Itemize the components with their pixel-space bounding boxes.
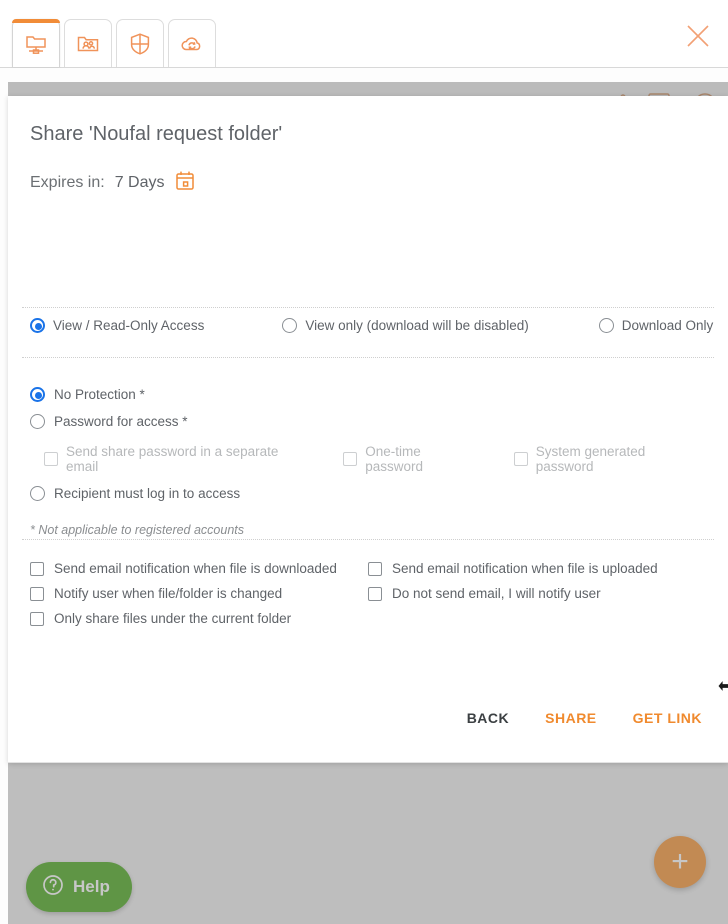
access-option-view-only[interactable]: View only (download will be disabled): [282, 318, 529, 333]
protection-option-label: No Protection *: [54, 387, 145, 402]
back-button[interactable]: BACK: [467, 710, 509, 726]
help-label: Help: [73, 877, 110, 896]
expires-row: Expires in: 7 Days: [30, 170, 195, 196]
checkbox-file-uploaded[interactable]: [368, 561, 382, 576]
radio-view-readonly[interactable]: [30, 318, 45, 333]
notification-options: Send email notification when file is dow…: [30, 556, 706, 631]
get-link-button[interactable]: GET LINK: [633, 710, 702, 726]
checkbox-only-current-folder[interactable]: [30, 611, 44, 626]
protection-option-recipient-login[interactable]: Recipient must log in to access: [30, 480, 706, 507]
protection-option-label: Password for access *: [54, 414, 188, 429]
suboption-system-generated-password: System generated password: [513, 444, 706, 474]
access-option-view-readonly[interactable]: View / Read-Only Access: [30, 318, 204, 333]
expires-label: Expires in:: [30, 174, 105, 191]
access-option-label: View / Read-Only Access: [53, 318, 205, 333]
notification-column-right: Send email notification when file is upl…: [368, 556, 706, 631]
tab-shared-folder[interactable]: [64, 19, 112, 67]
notify-label: Notify user when file/folder is changed: [54, 586, 283, 601]
protection-options: No Protection * Password for access * Se…: [30, 381, 706, 537]
checkbox-file-changed[interactable]: [30, 586, 44, 601]
checkbox-file-downloaded[interactable]: [30, 561, 44, 576]
share-dialog: Share 'Noufal request folder' Expires in…: [8, 96, 728, 763]
checkbox-do-not-send-email[interactable]: [368, 586, 382, 601]
suboption-label: One-time password: [365, 444, 424, 474]
protection-option-password[interactable]: Password for access *: [30, 408, 706, 435]
access-option-label: Download Only: [621, 318, 714, 333]
protection-footnote: * Not applicable to registered accounts: [30, 523, 245, 537]
add-new-button[interactable]: +: [654, 836, 706, 888]
notify-file-changed[interactable]: Notify user when file/folder is changed: [30, 581, 368, 606]
protection-option-no-protection[interactable]: No Protection *: [30, 381, 706, 408]
notify-file-downloaded[interactable]: Send email notification when file is dow…: [30, 556, 368, 581]
plus-icon: +: [671, 845, 689, 878]
radio-view-only[interactable]: [282, 318, 298, 333]
dialog-title: Share 'Noufal request folder': [30, 123, 283, 145]
suboption-one-time-password: One-time password: [343, 444, 481, 474]
close-icon: [684, 22, 712, 55]
expires-value[interactable]: 7 Days: [115, 174, 165, 192]
access-level-options: View / Read-Only Access View only (downl…: [8, 318, 728, 333]
tab-network-folder[interactable]: [12, 19, 60, 67]
notify-label: Send email notification when file is upl…: [392, 561, 658, 576]
divider-access-protection: [22, 357, 714, 358]
notify-label: Do not send email, I will notify user: [392, 586, 601, 601]
notify-only-current-folder[interactable]: Only share files under the current folde…: [30, 606, 368, 631]
access-option-download-only[interactable]: Download Only: [598, 318, 714, 333]
notify-label: Only share files under the current folde…: [54, 611, 292, 626]
divider-top: [22, 307, 714, 308]
notification-column-left: Send email notification when file is dow…: [30, 556, 368, 631]
share-button[interactable]: SHARE: [545, 710, 597, 726]
notify-file-uploaded[interactable]: Send email notification when file is upl…: [368, 556, 706, 581]
protection-option-label: Recipient must log in to access: [54, 486, 241, 501]
checkbox-one-time-password: [343, 452, 358, 466]
window-close-button[interactable]: [678, 18, 718, 58]
dialog-actions: BACK SHARE GET LINK: [467, 710, 702, 726]
checkbox-system-generated-password: [513, 452, 528, 466]
shared-users-folder-icon: [75, 31, 101, 57]
notify-label: Send email notification when file is dow…: [54, 561, 337, 576]
radio-password-for-access[interactable]: [30, 414, 45, 429]
radio-recipient-must-login[interactable]: [30, 486, 45, 501]
question-mark-icon: [42, 874, 64, 901]
tab-list: [12, 19, 216, 67]
calendar-icon[interactable]: [175, 170, 195, 196]
radio-no-protection[interactable]: [30, 387, 45, 402]
password-suboptions: Send share password in a separate email …: [44, 444, 706, 474]
access-option-label: View only (download will be disabled): [305, 318, 529, 333]
tab-cloud-sync[interactable]: [168, 19, 216, 67]
mouse-cursor: [716, 678, 728, 698]
tab-security[interactable]: [116, 19, 164, 67]
shield-icon: [127, 31, 153, 57]
suboption-label: System generated password: [535, 444, 646, 474]
radio-download-only[interactable]: [598, 318, 614, 333]
checkbox-send-password-separate-email: [44, 452, 58, 466]
help-button[interactable]: Help: [26, 862, 132, 912]
network-folder-icon: [23, 31, 49, 57]
divider-protection-notify: [22, 539, 714, 540]
suboption-label: Send share password in a separate email: [66, 444, 279, 474]
application-window: MEDFILE LabTests: [0, 0, 728, 924]
notify-do-not-send-email[interactable]: Do not send email, I will notify user: [368, 581, 706, 606]
cloud-sync-icon: [178, 31, 206, 57]
window-tabstrip: [0, 0, 728, 68]
suboption-send-password-separate-email: Send share password in a separate email: [44, 444, 313, 474]
